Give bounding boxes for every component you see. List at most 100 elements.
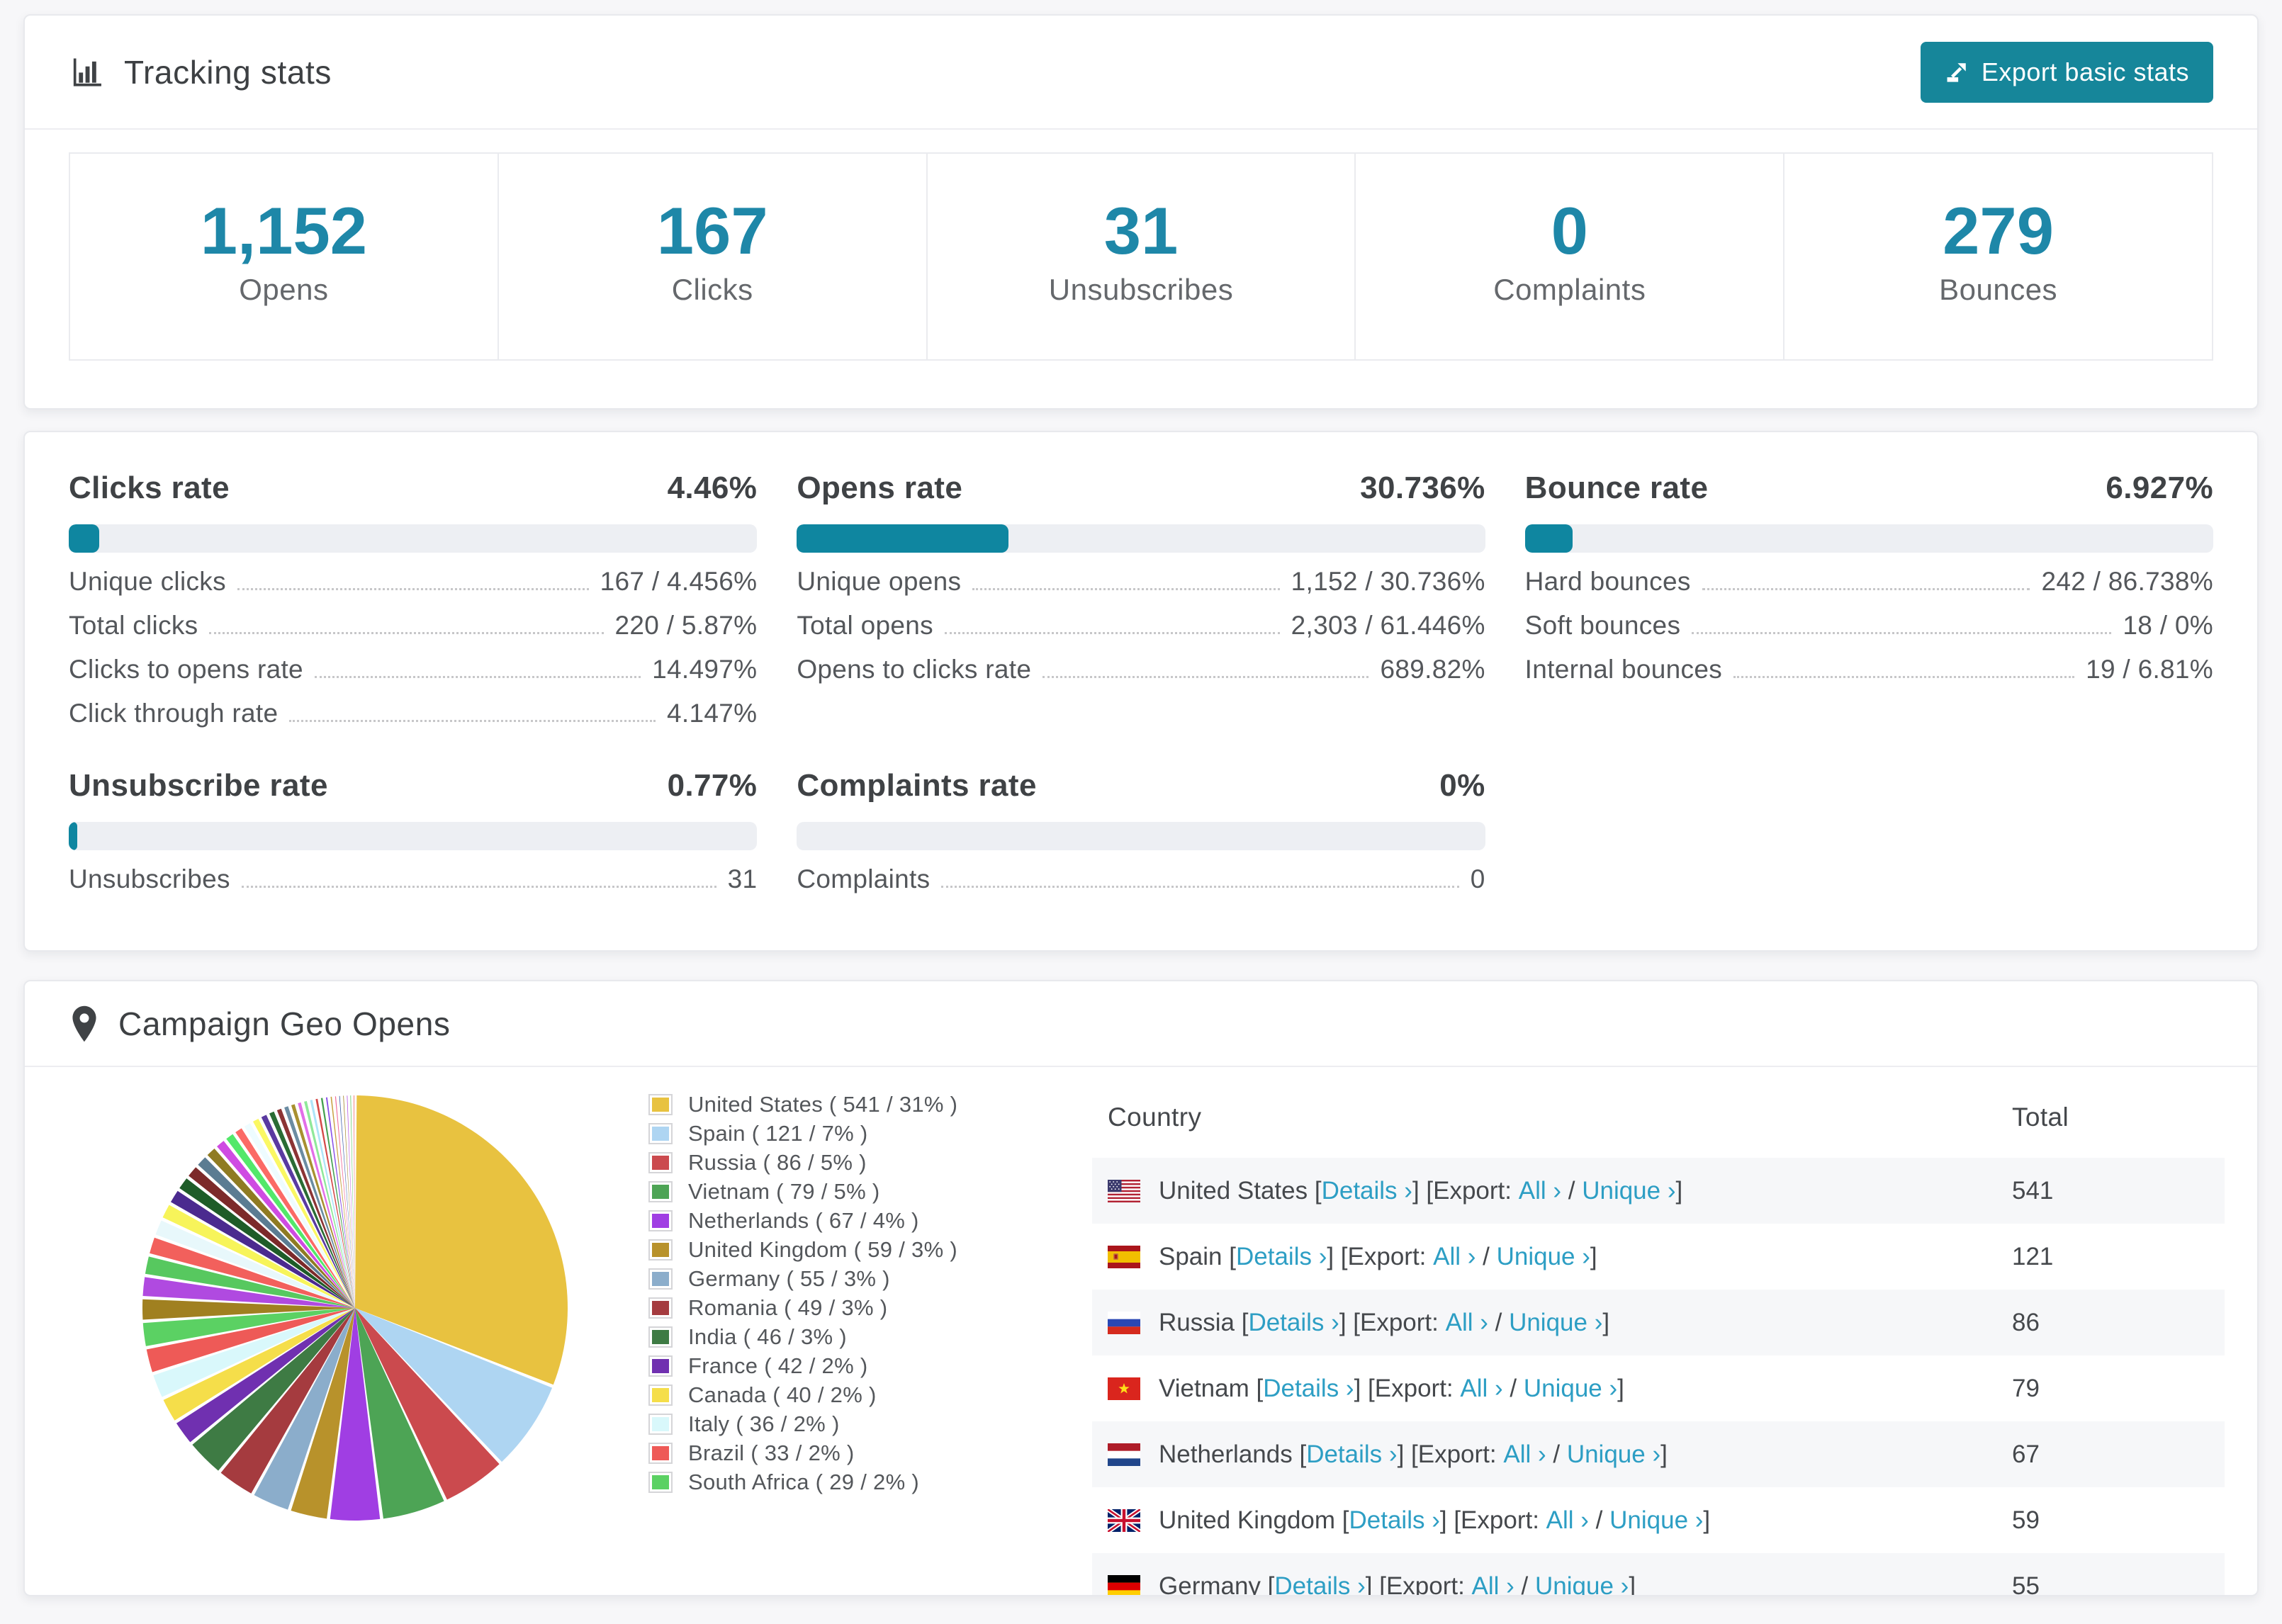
progress-bar bbox=[69, 524, 758, 553]
export-all-link[interactable]: All › bbox=[1472, 1572, 1514, 1596]
geo-table-header-row: Country Total bbox=[1092, 1081, 2225, 1158]
geo-table-row-vietnam: Vietnam [Details ›] [Export: All › / Uni… bbox=[1092, 1355, 2225, 1421]
country-column-header: Country bbox=[1108, 1103, 1202, 1132]
export-unique-link[interactable]: Unique › bbox=[1509, 1309, 1602, 1337]
stat-value: 279 bbox=[1943, 193, 2054, 268]
pie-slice-other-32[interactable] bbox=[347, 1095, 355, 1308]
detail-label: Clicks to opens rate bbox=[69, 655, 303, 684]
detail-label: Unsubscribes bbox=[69, 864, 230, 893]
total-cell: 79 bbox=[2012, 1374, 2040, 1402]
legend-item-india: India ( 46 / 3% ) bbox=[648, 1322, 989, 1351]
export-all-link[interactable]: All › bbox=[1519, 1177, 1561, 1205]
leader-dots bbox=[944, 613, 1280, 634]
total-column-header: Total bbox=[2012, 1103, 2069, 1132]
geo-table-row-russia: Russia [Details ›] [Export: All › / Uniq… bbox=[1092, 1290, 2225, 1355]
detail-label: Hard bounces bbox=[1524, 567, 1691, 596]
stat-value: 1,152 bbox=[200, 193, 368, 268]
export-unique-link[interactable]: Unique › bbox=[1609, 1506, 1703, 1535]
progress-bar bbox=[797, 524, 1485, 553]
stat-label: Bounces bbox=[1939, 272, 2058, 306]
legend-item-south-africa: South Africa ( 29 / 2% ) bbox=[648, 1467, 989, 1496]
stat-detail-row: Unsubscribes 31 bbox=[69, 864, 757, 894]
nl-flag-icon bbox=[1108, 1443, 1140, 1466]
export-all-link[interactable]: All › bbox=[1546, 1506, 1589, 1535]
rate-title: Unsubscribe rate bbox=[69, 768, 328, 803]
stat-detail-row: Unique opens 1,152 / 30.736% bbox=[797, 567, 1485, 597]
export-all-link[interactable]: All › bbox=[1503, 1440, 1546, 1469]
stat-detail-row: Complaints 0 bbox=[797, 864, 1485, 894]
leader-dots bbox=[289, 701, 656, 722]
leader-dots bbox=[941, 867, 1459, 888]
rates-card: Clicks rate 4.46% Unique clicks 167 / 4.456… bbox=[23, 431, 2259, 952]
export-unique-link[interactable]: Unique › bbox=[1535, 1572, 1629, 1596]
export-all-link[interactable]: All › bbox=[1460, 1375, 1502, 1403]
detail-label: Soft bounces bbox=[1524, 611, 1681, 640]
detail-label: Opens to clicks rate bbox=[797, 655, 1032, 684]
progress-bar bbox=[69, 822, 758, 850]
export-unique-link[interactable]: Unique › bbox=[1524, 1375, 1617, 1403]
stat-detail-row: Click through rate 4.147% bbox=[69, 699, 757, 728]
legend-swatch bbox=[648, 1413, 673, 1435]
detail-value: 0 bbox=[1470, 864, 1485, 893]
rate-block-opens-rate: Opens rate 30.736% Unique opens 1,152 / 30.… bbox=[797, 470, 1485, 728]
export-unique-link[interactable]: Unique › bbox=[1497, 1243, 1590, 1271]
legend-swatch bbox=[648, 1355, 673, 1377]
legend-swatch bbox=[648, 1384, 673, 1406]
total-cell: 59 bbox=[2012, 1506, 2040, 1534]
export-unique-link[interactable]: Unique › bbox=[1567, 1440, 1660, 1469]
country-name: Germany bbox=[1159, 1572, 1261, 1596]
legend-swatch bbox=[648, 1209, 673, 1231]
vn-flag-icon bbox=[1108, 1377, 1140, 1400]
country-name: Vietnam bbox=[1159, 1374, 1249, 1402]
details-link[interactable]: Details › bbox=[1274, 1572, 1365, 1596]
legend-label: France ( 42 / 2% ) bbox=[688, 1353, 868, 1378]
stat-value: 31 bbox=[1103, 193, 1179, 268]
stat-label: Clicks bbox=[671, 272, 753, 306]
detail-value: 19 / 6.81% bbox=[2086, 655, 2213, 684]
leader-dots bbox=[972, 569, 1280, 590]
legend-label: Vietnam ( 79 / 5% ) bbox=[688, 1178, 880, 1204]
export-all-link[interactable]: All › bbox=[1446, 1309, 1488, 1337]
legend-swatch bbox=[648, 1239, 673, 1261]
export-all-link[interactable]: All › bbox=[1433, 1243, 1476, 1271]
stat-card-complaints: 0 Complaints bbox=[1356, 154, 1785, 359]
details-link[interactable]: Details › bbox=[1322, 1177, 1412, 1205]
total-cell: 55 bbox=[2012, 1572, 2040, 1596]
legend-item-brazil: Brazil ( 33 / 2% ) bbox=[648, 1438, 989, 1467]
progress-bar-fill bbox=[69, 822, 77, 850]
leader-dots bbox=[1733, 657, 2075, 678]
export-basic-stats-button[interactable]: Export basic stats bbox=[1920, 41, 2213, 103]
stat-value: 167 bbox=[656, 193, 768, 268]
legend-item-united-kingdom: United Kingdom ( 59 / 3% ) bbox=[648, 1235, 989, 1264]
rate-block-complaints-rate: Complaints rate 0% Complaints 0 bbox=[797, 768, 1485, 894]
detail-value: 1,152 / 30.736% bbox=[1291, 567, 1485, 596]
leader-dots bbox=[1702, 569, 2030, 590]
geo-table-row-spain: Spain [Details ›] [Export: All › / Uniqu… bbox=[1092, 1224, 2225, 1290]
leader-dots bbox=[241, 867, 716, 888]
details-link[interactable]: Details › bbox=[1306, 1440, 1397, 1469]
leader-dots bbox=[314, 657, 641, 678]
legend-label: Spain ( 121 / 7% ) bbox=[688, 1120, 868, 1146]
detail-label: Click through rate bbox=[69, 699, 279, 728]
details-link[interactable]: Details › bbox=[1263, 1375, 1354, 1403]
country-name: United States bbox=[1159, 1176, 1308, 1205]
details-link[interactable]: Details › bbox=[1248, 1309, 1339, 1337]
legend-swatch bbox=[648, 1326, 673, 1348]
detail-label: Internal bounces bbox=[1524, 655, 1723, 684]
details-link[interactable]: Details › bbox=[1349, 1506, 1440, 1535]
total-cell: 86 bbox=[2012, 1308, 2040, 1336]
legend-item-france: France ( 42 / 2% ) bbox=[648, 1351, 989, 1380]
stat-card-opens: 1,152 Opens bbox=[70, 154, 499, 359]
rate-title: Opens rate bbox=[797, 470, 963, 505]
rate-title: Bounce rate bbox=[1524, 470, 1709, 505]
total-cell: 121 bbox=[2012, 1242, 2054, 1270]
progress-bar bbox=[1524, 524, 2213, 553]
legend-label: Netherlands ( 67 / 4% ) bbox=[688, 1207, 919, 1233]
legend-label: Italy ( 36 / 2% ) bbox=[688, 1411, 840, 1436]
export-unique-link[interactable]: Unique › bbox=[1582, 1177, 1675, 1205]
details-link[interactable]: Details › bbox=[1236, 1243, 1327, 1271]
legend-label: Brazil ( 33 / 2% ) bbox=[688, 1440, 855, 1465]
detail-value: 4.147% bbox=[667, 699, 758, 728]
detail-label: Complaints bbox=[797, 864, 931, 893]
rate-value: 30.736% bbox=[1360, 470, 1485, 505]
